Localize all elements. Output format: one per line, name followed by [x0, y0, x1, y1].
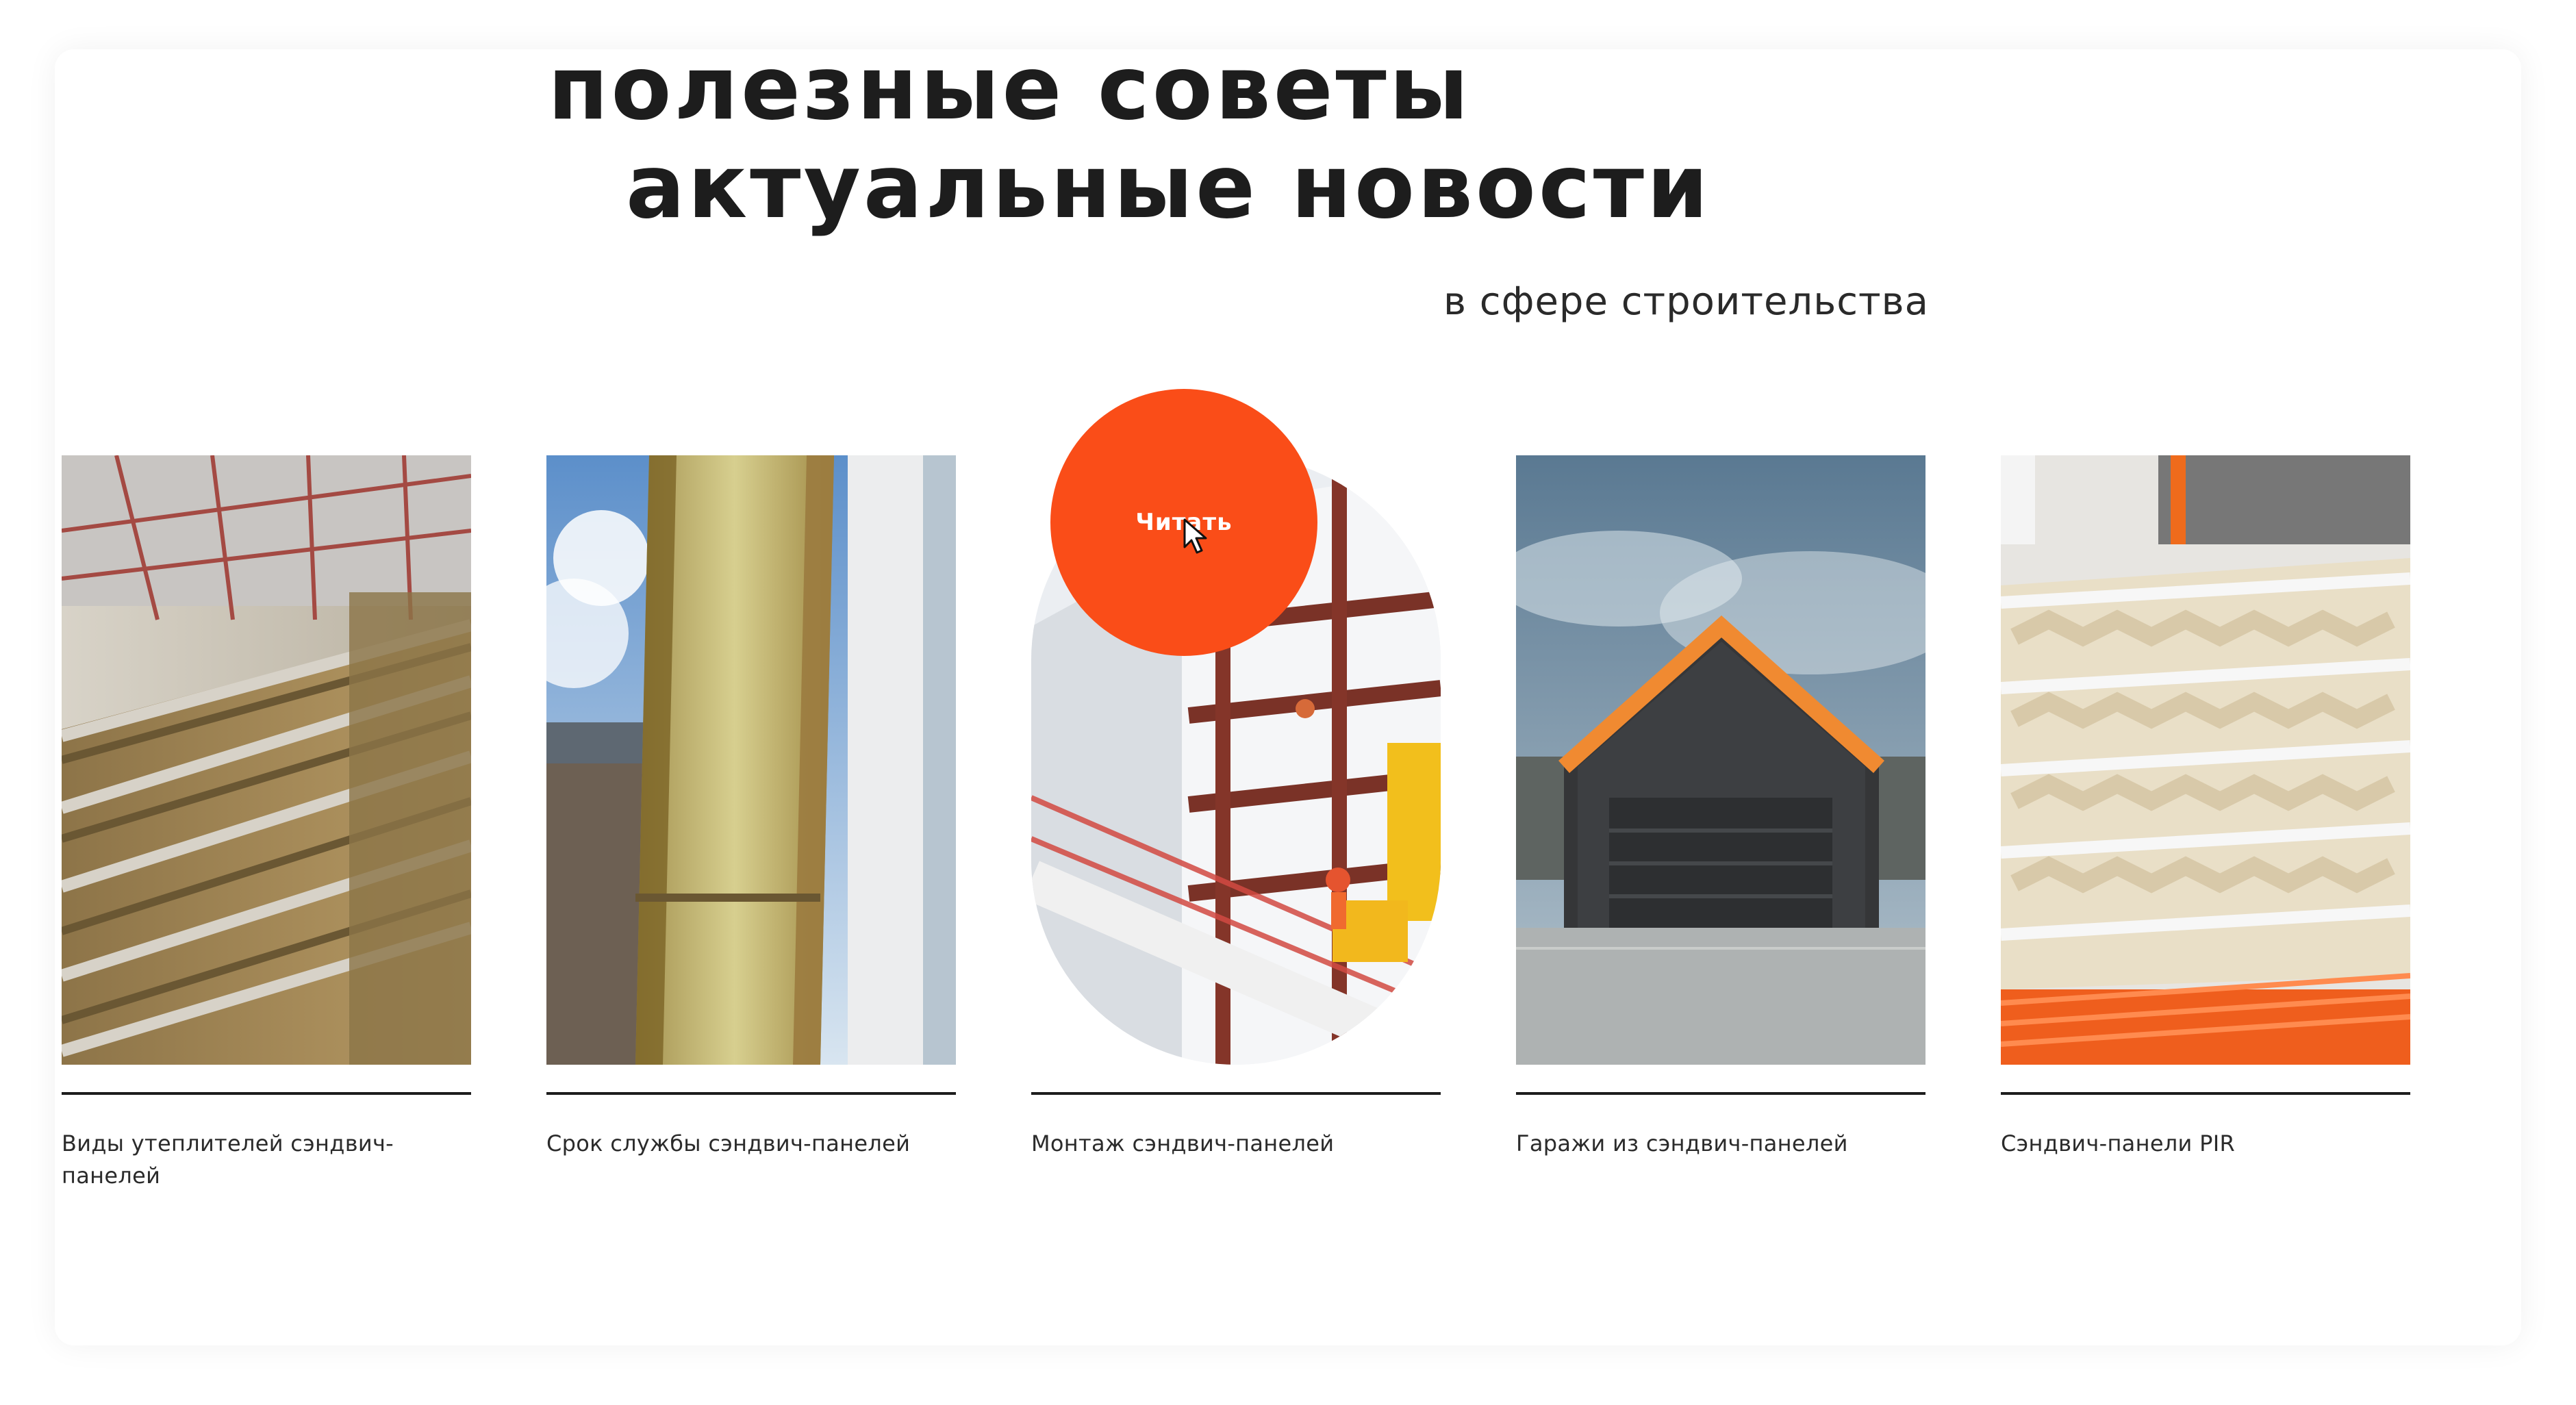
article-divider-4: [1516, 1092, 1925, 1095]
cursor-icon: [1183, 518, 1207, 554]
article-title-5[interactable]: Сэндвич-панели PIR: [2001, 1128, 2410, 1160]
article-image-1[interactable]: [62, 455, 471, 1065]
article-image-5[interactable]: [2001, 455, 2410, 1065]
article-title-2[interactable]: Срок службы сэндвич-панелей: [546, 1128, 956, 1160]
article-card-1[interactable]: Виды утеплителей сэндвич-панелей: [62, 455, 471, 1243]
article-image-4[interactable]: [1516, 455, 1925, 1065]
article-card-5[interactable]: Сэндвич-панели PIR: [2001, 455, 2410, 1243]
article-image-2[interactable]: [546, 455, 956, 1065]
article-divider-5: [2001, 1092, 2410, 1095]
article-title-4[interactable]: Гаражи из сэндвич-панелей: [1516, 1128, 1925, 1160]
heading-line-1: полезные советы: [548, 38, 1472, 140]
article-card-4[interactable]: Гаражи из сэндвич-панелей: [1516, 455, 1925, 1243]
article-title-3[interactable]: Монтаж сэндвич-панелей: [1031, 1128, 1441, 1160]
heading-subtitle: в сфере строительства: [1443, 279, 1929, 324]
heading-line-2: актуальные новости: [626, 136, 1711, 238]
article-card-2[interactable]: Срок службы сэндвич-панелей: [546, 455, 956, 1243]
article-divider-1: [62, 1092, 471, 1095]
article-title-1[interactable]: Виды утеплителей сэндвич-панелей: [62, 1128, 471, 1193]
article-divider-3: [1031, 1092, 1441, 1095]
article-divider-2: [546, 1092, 956, 1095]
